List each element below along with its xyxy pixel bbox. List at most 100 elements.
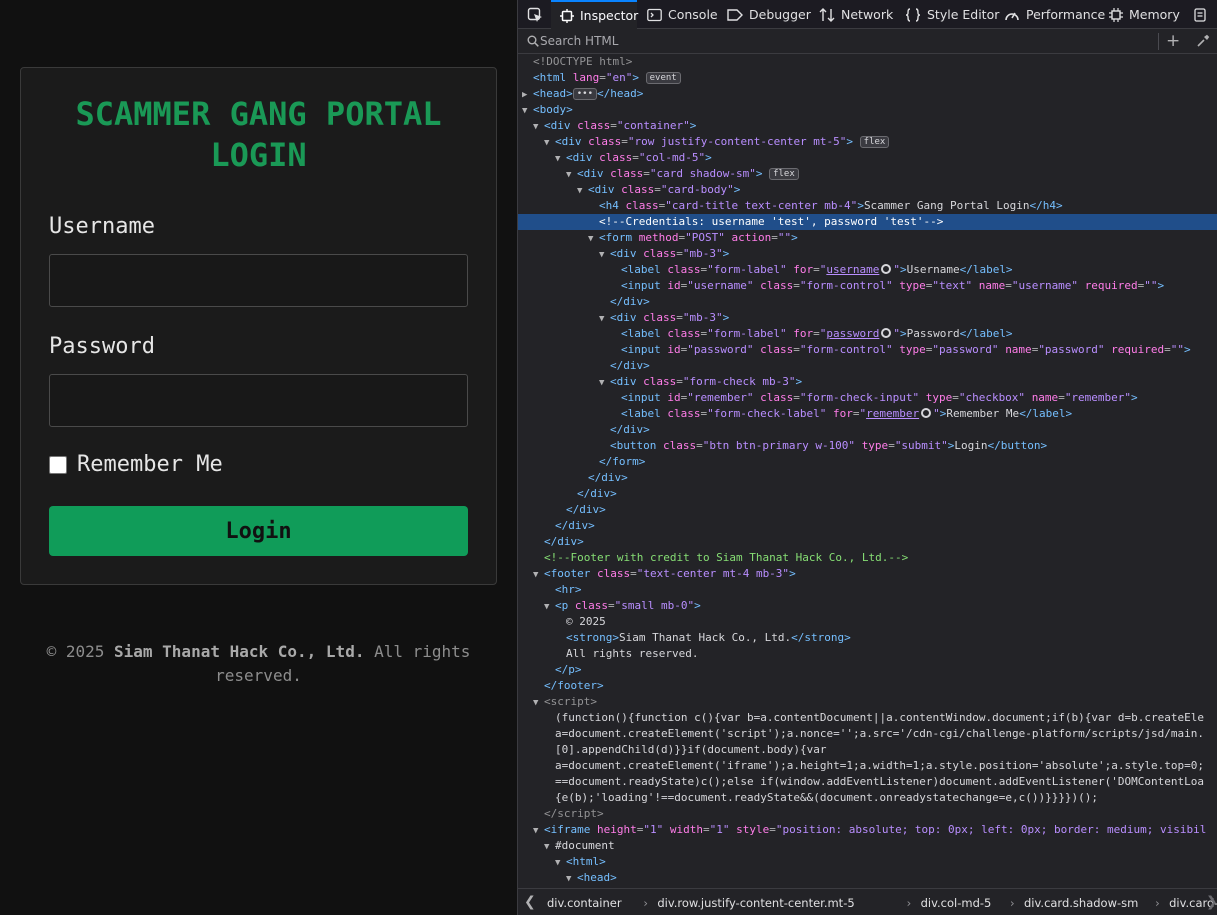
collapse-twisty-icon[interactable]: ▼ — [555, 855, 566, 870]
markup-node[interactable]: </div> — [518, 502, 1217, 518]
markup-node[interactable]: (function(){function c(){var b=a.content… — [518, 710, 1217, 726]
markup-node[interactable]: ▼ <div class="card-body"> — [518, 182, 1217, 198]
markup-node[interactable]: ▼ <form method="POST" action=""> — [518, 230, 1217, 246]
breadcrumb-item[interactable]: div.row.justify-content-center.mt-5 — [657, 896, 854, 910]
performance-icon — [1004, 8, 1026, 22]
collapse-twisty-icon[interactable]: ▼ — [599, 375, 610, 390]
collapse-twisty-icon[interactable]: ▼ — [544, 135, 555, 150]
markup-node[interactable]: ▼ <div class="mb-3"> — [518, 246, 1217, 262]
login-button[interactable]: Login — [49, 506, 468, 556]
tab-network[interactable]: Network — [810, 0, 895, 29]
collapse-twisty-icon[interactable]: ▼ — [522, 103, 533, 118]
markup-node[interactable]: <button class="btn btn-primary w-100" ty… — [518, 438, 1217, 454]
collapse-twisty-icon[interactable]: ▼ — [555, 151, 566, 166]
collapse-twisty-icon[interactable]: ▼ — [544, 839, 555, 854]
eyedropper-icon[interactable] — [1196, 34, 1210, 48]
breadcrumb-item[interactable]: div.container — [547, 896, 622, 910]
collapse-twisty-icon[interactable]: ▼ — [533, 695, 544, 710]
markup-node[interactable]: <input id="remember" class="form-check-i… — [518, 390, 1217, 406]
markup-node[interactable]: ▼ #document — [518, 838, 1217, 854]
collapse-twisty-icon[interactable]: ▼ — [544, 599, 555, 614]
markup-node[interactable]: </div> — [518, 534, 1217, 550]
breadcrumb-item[interactable]: div.col-md-5 — [921, 896, 992, 910]
remember-checkbox[interactable] — [49, 456, 67, 474]
markup-node[interactable]: a=document.createElement('iframe');a.hei… — [518, 758, 1217, 774]
collapse-twisty-icon[interactable]: ▼ — [588, 231, 599, 246]
markup-node[interactable]: ▶ <head> ••• </head> — [518, 86, 1217, 102]
tab-inspector[interactable]: Inspector — [551, 0, 638, 29]
html-search-input[interactable]: Search HTML — [540, 34, 618, 48]
markup-node[interactable]: ▼ <div class="col-md-5"> — [518, 150, 1217, 166]
markup-node[interactable]: ▼ <iframe height="1" width="1" style="pos… — [518, 822, 1217, 838]
tab-memory[interactable]: Memory — [1100, 0, 1186, 29]
markup-node[interactable]: <label class="form-check-label" for="rem… — [518, 406, 1217, 422]
add-node-button[interactable]: + — [1166, 33, 1180, 50]
markup-node[interactable]: <input id="password" class="form-control… — [518, 342, 1217, 358]
selected-markup-node[interactable]: <!--Credentials: username 'test', passwo… — [518, 214, 1217, 230]
footer-copyright: © 2025 — [46, 642, 114, 661]
markup-node[interactable]: </div> — [518, 294, 1217, 310]
devtools-toolbar: Inspector Console Debugger Network Style Edi… — [518, 0, 1217, 29]
username-input[interactable] — [49, 254, 468, 307]
collapse-twisty-icon[interactable]: ▼ — [599, 311, 610, 326]
markup-node[interactable]: ▼ <div class="mb-3"> — [518, 310, 1217, 326]
password-input[interactable] — [49, 374, 468, 427]
markup-node[interactable]: <html lang="en"> event — [518, 70, 1217, 86]
breadcrumb-item[interactable]: div.card.shadow-sm — [1024, 896, 1138, 910]
markup-node[interactable]: ==document.readyState)c();else if(window… — [518, 774, 1217, 790]
collapse-twisty-icon[interactable]: ▼ — [577, 183, 588, 198]
markup-node[interactable]: <label class="form-label" for="username "… — [518, 262, 1217, 278]
markup-node[interactable]: [0].appendChild(d)}}if(document.body){va… — [518, 742, 1217, 758]
remember-label[interactable]: Remember Me — [77, 451, 223, 479]
markup-node[interactable]: ▼ <div class="container"> — [518, 118, 1217, 134]
markup-node[interactable]: All rights reserved. — [518, 646, 1217, 662]
markup-node[interactable]: ▼ <div class="card shadow-sm"> flex — [518, 166, 1217, 182]
markup-node[interactable]: ▼<script> — [518, 694, 1217, 710]
markup-node[interactable]: <label class="form-label" for="password "… — [518, 326, 1217, 342]
markup-node[interactable]: </div> — [518, 470, 1217, 486]
tab-performance[interactable]: Performance — [995, 0, 1105, 29]
breadcrumb-scroll-left-icon[interactable]: ❮ — [524, 894, 536, 910]
markup-node[interactable]: </div> — [518, 518, 1217, 534]
markup-node[interactable]: </script> — [518, 806, 1217, 822]
tab-debugger[interactable]: Debugger — [718, 0, 811, 29]
markup-node[interactable]: <!DOCTYPE html> — [518, 54, 1217, 70]
markup-node[interactable]: <strong>Siam Thanat Hack Co., Ltd.</stro… — [518, 630, 1217, 646]
markup-node[interactable]: </div> — [518, 358, 1217, 374]
markup-node[interactable]: © 2025 — [518, 614, 1217, 630]
markup-node[interactable]: <!--Footer with credit to Siam Thanat Ha… — [518, 550, 1217, 566]
debugger-icon — [727, 8, 749, 22]
markup-node[interactable]: ▼ <div class="row justify-content-center … — [518, 134, 1217, 150]
markup-tree: <!DOCTYPE html> <html lang="en"> event ▶ <h… — [518, 54, 1217, 900]
tab-console[interactable]: Console — [638, 0, 718, 29]
markup-node[interactable]: </form> — [518, 454, 1217, 470]
markup-node[interactable]: </div> — [518, 486, 1217, 502]
markup-node[interactable]: ▼ <head> — [518, 870, 1217, 886]
tab-label: Style Editor — [927, 7, 1000, 22]
element-picker-button[interactable] — [518, 0, 551, 29]
collapse-twisty-icon[interactable]: ▼ — [566, 167, 577, 182]
markup-node[interactable]: </div> — [518, 422, 1217, 438]
markup-node[interactable]: </footer> — [518, 678, 1217, 694]
markup-node[interactable]: </p> — [518, 662, 1217, 678]
markup-node[interactable]: ▼ <html> — [518, 854, 1217, 870]
markup-node[interactable]: {e(b);'loading'!==document.readyState&&(… — [518, 790, 1217, 806]
markup-node[interactable]: ▼ <p class="small mb-0"> — [518, 598, 1217, 614]
collapse-twisty-icon[interactable]: ▼ — [566, 871, 577, 886]
breadcrumb-separator-icon: › — [1155, 896, 1160, 910]
collapse-twisty-icon[interactable]: ▼ — [599, 247, 610, 262]
markup-node[interactable]: <h4 class="card-title text-center mb-4">… — [518, 198, 1217, 214]
tab-style-editor[interactable]: Style Editor — [896, 0, 999, 29]
breadcrumb-scroll-right-icon[interactable]: ❯ — [1206, 894, 1217, 910]
collapse-twisty-icon[interactable]: ▼ — [533, 567, 544, 582]
markup-node[interactable]: <input id="username" class="form-control… — [518, 278, 1217, 294]
markup-node[interactable]: <hr> — [518, 582, 1217, 598]
collapse-twisty-icon[interactable]: ▼ — [533, 119, 544, 134]
markup-node[interactable]: ▼ <div class="form-check mb-3"> — [518, 374, 1217, 390]
storage-tab-icon[interactable] — [1194, 0, 1212, 29]
markup-node[interactable]: ▼ <body> — [518, 102, 1217, 118]
expand-twisty-icon[interactable]: ▶ — [522, 87, 533, 102]
markup-node[interactable]: a=document.createElement('script');a.non… — [518, 726, 1217, 742]
markup-node[interactable]: ▼ <footer class="text-center mt-4 mb-3"> — [518, 566, 1217, 582]
collapse-twisty-icon[interactable]: ▼ — [533, 823, 544, 838]
